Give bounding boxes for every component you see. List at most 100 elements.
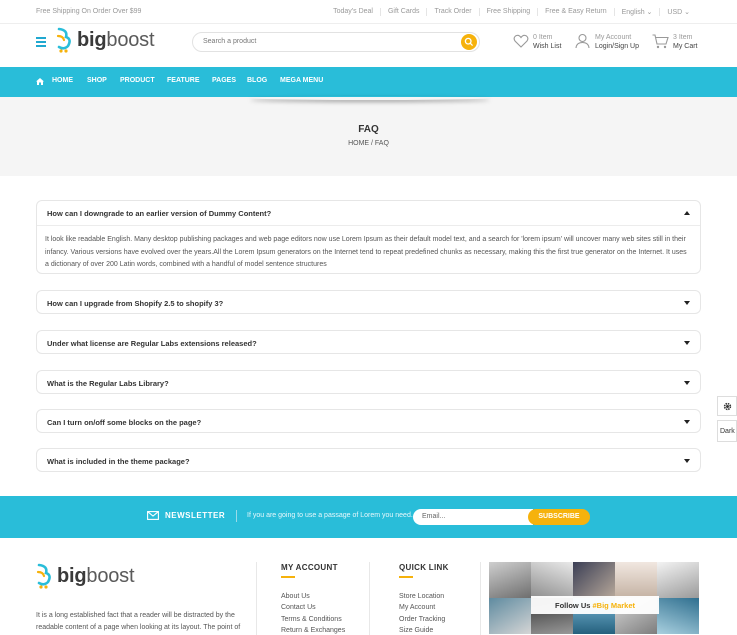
- free-return-link[interactable]: Free & Easy Return: [537, 8, 613, 16]
- account-top: My Account: [595, 34, 632, 41]
- gallery-photo[interactable]: [573, 562, 615, 598]
- heart-icon[interactable]: [513, 34, 529, 48]
- track-order-link[interactable]: Track Order: [426, 8, 478, 16]
- newsletter-bar: NEWSLETTER If you are going to use a pas…: [0, 496, 737, 538]
- footer-link-contact[interactable]: Contact Us: [281, 604, 316, 611]
- faq-question[interactable]: What is the Regular Labs Library?: [47, 379, 169, 388]
- faq-question[interactable]: Can I turn on/off some blocks on the pag…: [47, 418, 201, 427]
- heading-underline: [399, 576, 413, 578]
- nav-product[interactable]: PRODUCT: [120, 77, 155, 84]
- nav-feature[interactable]: FEATURE: [167, 77, 200, 84]
- logo-mark-icon: [36, 563, 51, 589]
- faq-item-5[interactable]: Can I turn on/off some blocks on the pag…: [36, 409, 701, 433]
- faq-item-4[interactable]: What is the Regular Labs Library?: [36, 370, 701, 394]
- faq-item-1[interactable]: How can I downgrade to an earlier versio…: [36, 200, 701, 274]
- top-bar: Free Shipping On Order Over $99 Today's …: [0, 0, 737, 24]
- logo-mark-icon: [56, 27, 71, 53]
- chevron-down-icon[interactable]: [684, 301, 690, 305]
- chevron-up-icon[interactable]: [684, 211, 690, 215]
- footer-logo[interactable]: bigboost: [35, 563, 135, 589]
- nav-blog[interactable]: BLOG: [247, 77, 267, 84]
- breadcrumb[interactable]: HOME / FAQ: [0, 140, 737, 147]
- shipping-notice: Free Shipping On Order Over $99: [36, 8, 142, 15]
- gallery-photo[interactable]: [657, 562, 699, 598]
- footer-link-size[interactable]: Size Guide: [399, 627, 433, 634]
- breadcrumb-section: FAQ HOME / FAQ: [0, 97, 737, 176]
- dark-mode-toggle[interactable]: Dark: [717, 420, 737, 442]
- gallery-photo[interactable]: [489, 562, 531, 598]
- account-link[interactable]: My Account Login/Sign Up: [595, 33, 639, 51]
- chevron-down-icon[interactable]: [684, 381, 690, 385]
- footer-divider: [480, 562, 481, 635]
- site-logo[interactable]: bigboost: [55, 27, 155, 53]
- cart-icon[interactable]: [652, 34, 669, 49]
- wishlist-count: 0 Item: [533, 34, 553, 41]
- gallery-photo[interactable]: [489, 598, 531, 634]
- gallery-photo[interactable]: [531, 562, 573, 598]
- free-shipping-link[interactable]: Free Shipping: [478, 8, 538, 16]
- search-button[interactable]: [461, 34, 477, 50]
- cart-count: 3 Item: [673, 34, 693, 41]
- wishlist-link[interactable]: 0 Item Wish List: [533, 33, 561, 51]
- logo-text: bigboost: [77, 28, 155, 51]
- search-bar[interactable]: Search a product: [192, 32, 480, 52]
- nav-pages[interactable]: PAGES: [212, 77, 236, 84]
- nav-shop[interactable]: SHOP: [87, 77, 107, 84]
- footer-link-terms[interactable]: Terms & Conditions: [281, 616, 342, 623]
- gift-cards-link[interactable]: Gift Cards: [379, 8, 427, 16]
- home-icon[interactable]: [36, 78, 44, 85]
- footer-divider: [256, 562, 257, 635]
- email-field[interactable]: Email...: [413, 509, 533, 525]
- gear-icon: [723, 402, 732, 411]
- settings-toggle[interactable]: [717, 396, 737, 416]
- todays-deal-link[interactable]: Today's Deal: [326, 8, 380, 16]
- quick-link-heading: QUICK LINK: [399, 563, 449, 572]
- footer-link-about[interactable]: About Us: [281, 593, 310, 600]
- footer-link-tracking[interactable]: Order Tracking: [399, 616, 445, 623]
- faq-item-3[interactable]: Under what license are Regular Labs exte…: [36, 330, 701, 354]
- follow-us-badge[interactable]: Follow Us #Big Market: [531, 596, 659, 614]
- gallery-photo[interactable]: [657, 598, 699, 634]
- faq-question[interactable]: Under what license are Regular Labs exte…: [47, 339, 257, 348]
- nav-mega-menu[interactable]: MEGA MENU: [280, 77, 323, 84]
- currency-select[interactable]: USD ⌄: [659, 8, 697, 16]
- language-select[interactable]: English ⌄: [613, 8, 660, 16]
- chevron-down-icon[interactable]: [684, 341, 690, 345]
- faq-question[interactable]: How can I downgrade to an earlier versio…: [47, 209, 271, 218]
- faq-answer: It look like readable English. Many desk…: [45, 236, 687, 268]
- footer-link-account[interactable]: My Account: [399, 604, 435, 611]
- top-links: Today's Deal Gift Cards Track Order Free…: [326, 8, 697, 16]
- instagram-gallery[interactable]: Follow Us #Big Market: [489, 562, 701, 635]
- search-input[interactable]: Search a product: [203, 38, 256, 45]
- main-nav: HOME SHOP PRODUCT FEATURE PAGES BLOG MEG…: [0, 67, 737, 97]
- user-icon[interactable]: [575, 33, 590, 49]
- my-account-heading: MY ACCOUNT: [281, 563, 338, 572]
- gallery-photo[interactable]: [615, 562, 657, 598]
- chevron-down-icon[interactable]: [684, 420, 690, 424]
- faq-item-6[interactable]: What is included in the theme package?: [36, 448, 701, 472]
- chevron-down-icon[interactable]: [684, 459, 690, 463]
- newsletter-label: NEWSLETTER: [165, 511, 226, 520]
- faq-question[interactable]: What is included in the theme package?: [47, 457, 190, 466]
- mail-icon: [147, 511, 159, 520]
- footer-link-returns[interactable]: Return & Exchanges: [281, 627, 345, 634]
- hamburger-menu-icon[interactable]: [36, 37, 46, 49]
- footer-link-store[interactable]: Store Location: [399, 593, 444, 600]
- nav-home[interactable]: HOME: [52, 77, 73, 84]
- account-label: Login/Sign Up: [595, 43, 639, 50]
- search-icon: [464, 37, 473, 46]
- faq-divider: [37, 225, 700, 226]
- nav-shadow: [250, 96, 490, 100]
- footer-description: It is a long established fact that a rea…: [36, 612, 241, 631]
- subscribe-button[interactable]: SUBSCRIBE: [528, 509, 590, 525]
- cart-label: My Cart: [673, 43, 698, 50]
- footer-divider: [369, 562, 370, 635]
- page-title: FAQ: [358, 124, 379, 135]
- logo-text: bigboost: [57, 564, 135, 587]
- wishlist-label: Wish List: [533, 43, 562, 50]
- faq-question[interactable]: How can I upgrade from Shopify 2.5 to sh…: [47, 299, 223, 308]
- faq-item-2[interactable]: How can I upgrade from Shopify 2.5 to sh…: [36, 290, 701, 314]
- cart-link[interactable]: 3 Item My Cart: [673, 33, 698, 51]
- heading-underline: [281, 576, 295, 578]
- newsletter-description: If you are going to use a passage of Lor…: [247, 512, 413, 519]
